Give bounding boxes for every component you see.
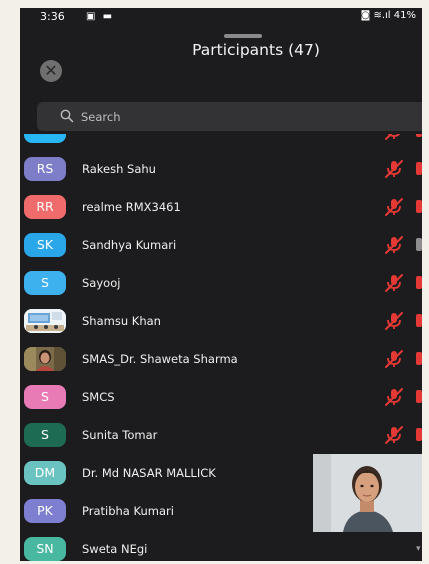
participant-row[interactable]: SK Sandhya Kumari bbox=[20, 226, 422, 264]
participant-name: Rakesh Sahu bbox=[82, 162, 156, 176]
self-video-preview[interactable] bbox=[313, 454, 422, 532]
mic-muted-icon[interactable] bbox=[383, 273, 405, 293]
participant-name: SMAS_Dr. Shaweta Sharma bbox=[82, 352, 238, 366]
participant-avatar: S bbox=[24, 385, 66, 409]
search-input[interactable] bbox=[79, 106, 383, 128]
video-icon[interactable] bbox=[416, 352, 422, 365]
participant-name: Sayooj bbox=[82, 276, 121, 290]
video-icon[interactable] bbox=[416, 200, 422, 213]
participant-avatar: RR bbox=[24, 195, 66, 219]
close-button[interactable]: ✕ bbox=[40, 60, 62, 82]
participant-row[interactable] bbox=[20, 134, 422, 150]
status-time: 3:36 bbox=[40, 10, 65, 23]
close-icon: ✕ bbox=[44, 61, 58, 80]
participant-row[interactable]: SMAS_Dr. Shaweta Sharma bbox=[20, 340, 422, 378]
participant-avatar: SN bbox=[24, 537, 66, 561]
participant-row[interactable]: RS Rakesh Sahu bbox=[20, 150, 422, 188]
participant-row[interactable]: S Sayooj bbox=[20, 264, 422, 302]
participants-panel: 3:36 ▣ ▬ ◙ ≋.ıl 41% Participants (47) ✕ … bbox=[20, 8, 422, 561]
participant-avatar: DM bbox=[24, 461, 66, 485]
participant-avatar bbox=[24, 309, 66, 333]
participant-name: Dr. Md NASAR MALLICK bbox=[82, 466, 216, 480]
mic-muted-icon[interactable] bbox=[383, 311, 405, 331]
video-icon[interactable] bbox=[416, 390, 422, 403]
participant-row[interactable]: Shamsu Khan bbox=[20, 302, 422, 340]
video-icon[interactable] bbox=[416, 428, 422, 441]
participant-avatar: RS bbox=[24, 157, 66, 181]
participant-avatar: PK bbox=[24, 499, 66, 523]
mic-muted-icon[interactable] bbox=[383, 134, 405, 141]
mic-muted-icon[interactable] bbox=[383, 197, 405, 217]
participant-name: SMCS bbox=[82, 390, 115, 404]
mic-muted-icon[interactable] bbox=[383, 387, 405, 407]
status-bar: 3:36 ▣ ▬ ◙ ≋.ıl 41% bbox=[20, 8, 422, 26]
video-icon[interactable] bbox=[416, 314, 422, 327]
video-icon[interactable] bbox=[416, 276, 422, 289]
mic-muted-icon[interactable] bbox=[383, 349, 405, 369]
participant-row[interactable]: S Sunita Tomar bbox=[20, 416, 422, 454]
search-bar[interactable] bbox=[37, 102, 422, 131]
notification-icons: ▣ ▬ bbox=[86, 11, 115, 22]
mic-muted-icon[interactable] bbox=[383, 235, 405, 255]
participant-row[interactable]: S SMCS bbox=[20, 378, 422, 416]
page-title: Participants (47) bbox=[192, 41, 320, 59]
participant-avatar bbox=[24, 134, 66, 143]
participant-avatar bbox=[24, 347, 66, 371]
participant-name: realme RMX3461 bbox=[82, 200, 181, 214]
participant-avatar: S bbox=[24, 271, 66, 295]
scroll-down-indicator: ▾ bbox=[416, 544, 421, 554]
participant-row[interactable]: RR realme RMX3461 bbox=[20, 188, 422, 226]
video-icon[interactable] bbox=[416, 238, 422, 251]
drag-handle[interactable] bbox=[224, 34, 262, 38]
participant-row[interactable]: SN Sweta NEgi bbox=[20, 530, 422, 561]
participant-name: Sunita Tomar bbox=[82, 428, 158, 442]
participant-name: Sandhya Kumari bbox=[82, 238, 177, 252]
participant-name: Shamsu Khan bbox=[82, 314, 161, 328]
participant-avatar: SK bbox=[24, 233, 66, 257]
participant-name: Sweta NEgi bbox=[82, 542, 148, 556]
participant-avatar: S bbox=[24, 423, 66, 447]
search-icon bbox=[60, 109, 74, 123]
status-right-icons: ◙ ≋.ıl 41% bbox=[360, 10, 416, 21]
participant-name: Pratibha Kumari bbox=[82, 504, 174, 518]
video-icon[interactable] bbox=[416, 134, 422, 137]
mic-muted-icon[interactable] bbox=[383, 425, 405, 445]
video-icon[interactable] bbox=[416, 162, 422, 175]
mic-muted-icon[interactable] bbox=[383, 159, 405, 179]
self-video-image bbox=[313, 454, 422, 532]
